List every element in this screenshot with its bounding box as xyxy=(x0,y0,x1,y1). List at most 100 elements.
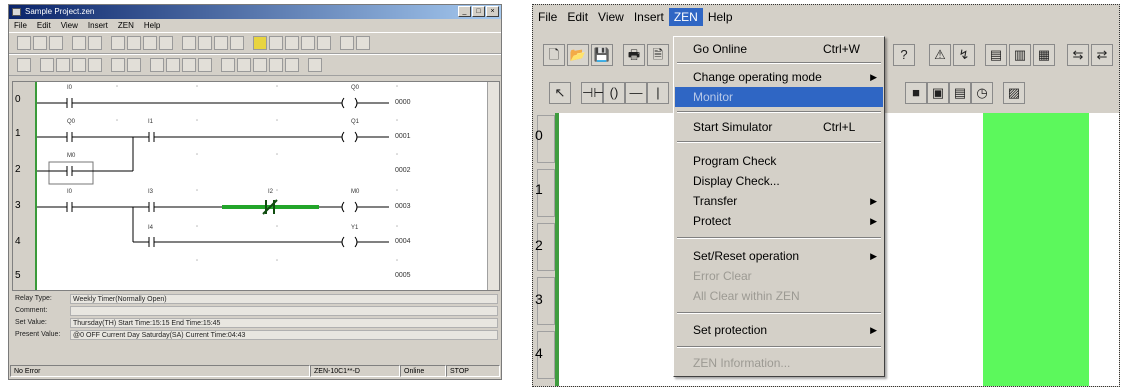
stop-icon[interactable]: ■ xyxy=(905,82,927,104)
grid-icon[interactable] xyxy=(150,58,164,72)
print-icon[interactable] xyxy=(72,36,86,50)
properties-icon[interactable] xyxy=(308,58,322,72)
print-preview-icon[interactable]: 🗎 xyxy=(647,44,669,66)
contact-icon[interactable]: ⊣⊢ xyxy=(581,82,605,104)
rung-address: 0002 xyxy=(395,167,411,174)
stop-icon[interactable] xyxy=(237,58,251,72)
menu-item-start-simulator[interactable]: Start Simulator Ctrl+L xyxy=(675,117,883,137)
menu-item-program-check[interactable]: Program Check xyxy=(675,151,883,171)
run-icon[interactable] xyxy=(221,58,235,72)
print-icon[interactable]: 🖶 xyxy=(623,44,645,66)
offline-icon[interactable] xyxy=(356,36,370,50)
menu-help[interactable]: Help xyxy=(703,8,738,26)
help-icon[interactable]: ? xyxy=(893,44,915,66)
timer-icon[interactable]: ◷ xyxy=(971,82,993,104)
menu-zen[interactable]: ZEN xyxy=(118,19,134,32)
save-icon[interactable]: 💾 xyxy=(591,44,613,66)
paste-icon[interactable] xyxy=(143,36,157,50)
menu-view[interactable]: View xyxy=(593,8,629,26)
transfer-icon[interactable] xyxy=(269,36,283,50)
undo-icon[interactable] xyxy=(182,36,196,50)
compare-icon[interactable] xyxy=(301,36,315,50)
new-icon[interactable]: 🗋 xyxy=(543,44,565,66)
menu-item-zen-information: ZEN Information... xyxy=(675,353,883,373)
online-icon[interactable]: ⇆ xyxy=(1067,44,1089,66)
delete-icon[interactable] xyxy=(159,36,173,50)
print-preview-icon[interactable] xyxy=(88,36,102,50)
program-icon[interactable] xyxy=(182,58,196,72)
ladder-editor[interactable]: 0 1 2 3 4 5 I0 Q0 I1 M0 I0 I3 I2 I4 Q0 Q… xyxy=(12,81,500,291)
coil-icon[interactable] xyxy=(56,58,70,72)
menu-item-set-protection[interactable]: Set protection ▶ xyxy=(675,320,883,340)
contact-label: I0 xyxy=(67,85,73,91)
coil-label: M0 xyxy=(351,189,360,195)
help-icon[interactable] xyxy=(230,36,244,50)
list-icon[interactable] xyxy=(253,58,267,72)
menu-insert[interactable]: Insert xyxy=(629,8,669,26)
close-button[interactable]: × xyxy=(486,6,499,17)
new-icon[interactable] xyxy=(17,36,31,50)
monitor-highlight xyxy=(983,113,1089,386)
menu-file[interactable]: File xyxy=(14,19,27,32)
menu-insert[interactable]: Insert xyxy=(88,19,108,32)
zoom-in-icon[interactable] xyxy=(111,58,125,72)
open-icon[interactable] xyxy=(33,36,47,50)
display-icon[interactable] xyxy=(198,58,212,72)
transfer-icon[interactable]: ↯ xyxy=(953,44,975,66)
redo-icon[interactable] xyxy=(198,36,212,50)
menu-edit[interactable]: Edit xyxy=(562,8,593,26)
properties-icon[interactable]: ▨ xyxy=(1003,82,1025,104)
online-icon[interactable] xyxy=(340,36,354,50)
offline-icon[interactable]: ⇄ xyxy=(1091,44,1113,66)
menu-item-label: Set protection xyxy=(693,323,768,337)
table-icon[interactable]: ▤ xyxy=(949,82,971,104)
menu-help[interactable]: Help xyxy=(144,19,160,32)
vertical-scrollbar[interactable] xyxy=(487,82,499,290)
upload-icon[interactable]: ▤ xyxy=(985,44,1007,66)
copy-icon[interactable] xyxy=(127,36,141,50)
comment-field[interactable] xyxy=(70,306,498,316)
row-number: 1 xyxy=(15,128,21,139)
open-icon[interactable]: 📂 xyxy=(567,44,589,66)
menu-edit[interactable]: Edit xyxy=(37,19,51,32)
table-icon[interactable] xyxy=(269,58,283,72)
comment-label: Comment: xyxy=(15,307,48,314)
timer-icon[interactable] xyxy=(285,58,299,72)
menu-item-monitor[interactable]: Monitor xyxy=(675,87,883,107)
menu-item-protect[interactable]: Protect ▶ xyxy=(675,211,883,231)
menu-bar: File Edit View Insert ZEN Help xyxy=(9,19,501,32)
cut-icon[interactable] xyxy=(111,36,125,50)
menu-item-change-operating-mode[interactable]: Change operating mode ▶ xyxy=(675,67,883,87)
monitor-icon[interactable] xyxy=(166,58,180,72)
menu-item-display-check[interactable]: Display Check... xyxy=(675,171,883,191)
menu-item-set-reset-operation[interactable]: Set/Reset operation ▶ xyxy=(675,246,883,266)
find-icon[interactable] xyxy=(214,36,228,50)
menu-view[interactable]: View xyxy=(61,19,78,32)
menu-item-label: Go Online xyxy=(693,42,748,56)
menu-item-go-online[interactable]: Go Online Ctrl+W xyxy=(675,39,883,59)
upload-icon[interactable] xyxy=(285,36,299,50)
select-icon[interactable] xyxy=(17,58,31,72)
vertical-line-icon[interactable] xyxy=(88,58,102,72)
compare-icon[interactable]: ▥ xyxy=(1009,44,1031,66)
row-number: 0 xyxy=(535,127,543,143)
minimize-button[interactable]: _ xyxy=(458,6,471,17)
vertical-line-icon[interactable]: | xyxy=(647,82,669,104)
coil-icon[interactable]: () xyxy=(603,82,625,104)
maximize-button[interactable]: □ xyxy=(472,6,485,17)
menu-item-transfer[interactable]: Transfer ▶ xyxy=(675,191,883,211)
horizontal-line-icon[interactable] xyxy=(72,58,86,72)
contact-icon[interactable] xyxy=(40,58,54,72)
warning-icon[interactable]: ⚠ xyxy=(929,44,951,66)
menu-file[interactable]: File xyxy=(533,8,562,26)
menu-zen[interactable]: ZEN xyxy=(668,8,703,26)
zoom-out-icon[interactable] xyxy=(127,58,141,72)
list-icon[interactable]: ▣ xyxy=(927,82,949,104)
download-icon[interactable]: ▦ xyxy=(1033,44,1055,66)
save-icon[interactable] xyxy=(49,36,63,50)
horizontal-line-icon[interactable]: — xyxy=(625,82,647,104)
rung-address: 0000 xyxy=(395,99,411,106)
warning-icon[interactable] xyxy=(253,36,267,50)
select-icon[interactable]: ↖ xyxy=(549,82,571,104)
download-icon[interactable] xyxy=(317,36,331,50)
